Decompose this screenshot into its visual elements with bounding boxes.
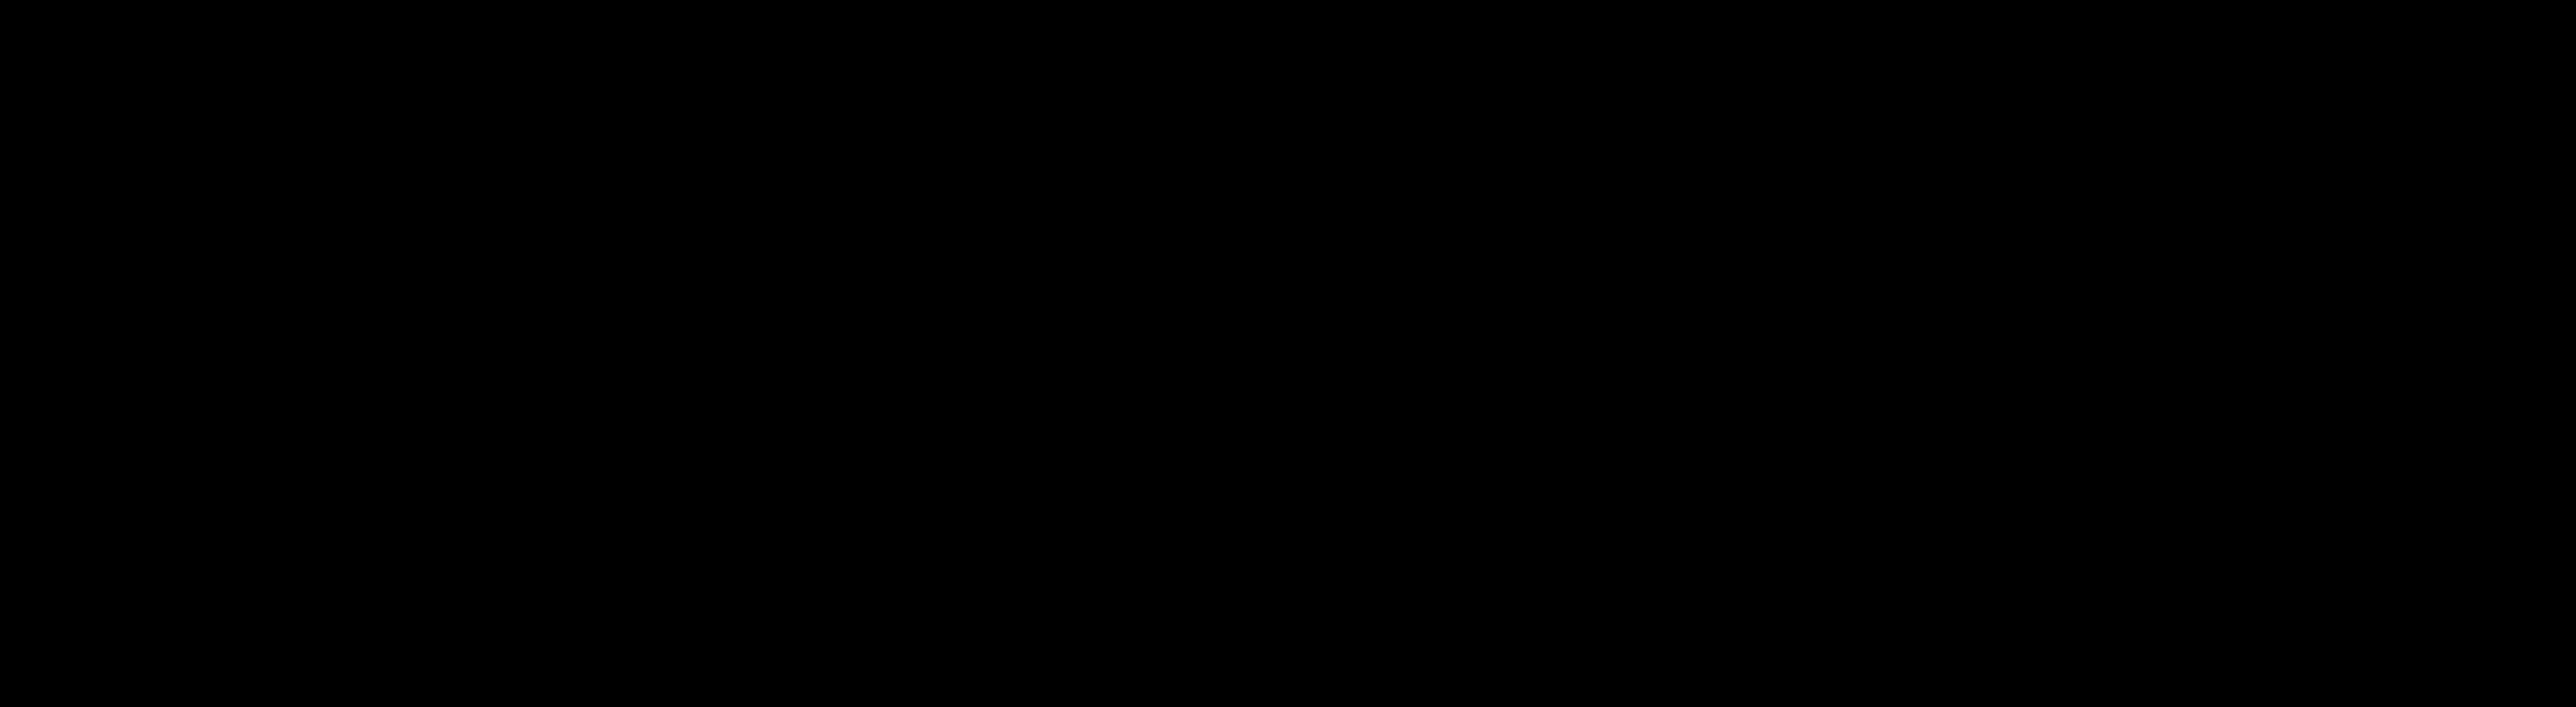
colorbar-canvas	[2476, 25, 2507, 650]
lidar-heatmap-canvas	[71, 25, 2333, 651]
figure-title	[71, 0, 2333, 24]
